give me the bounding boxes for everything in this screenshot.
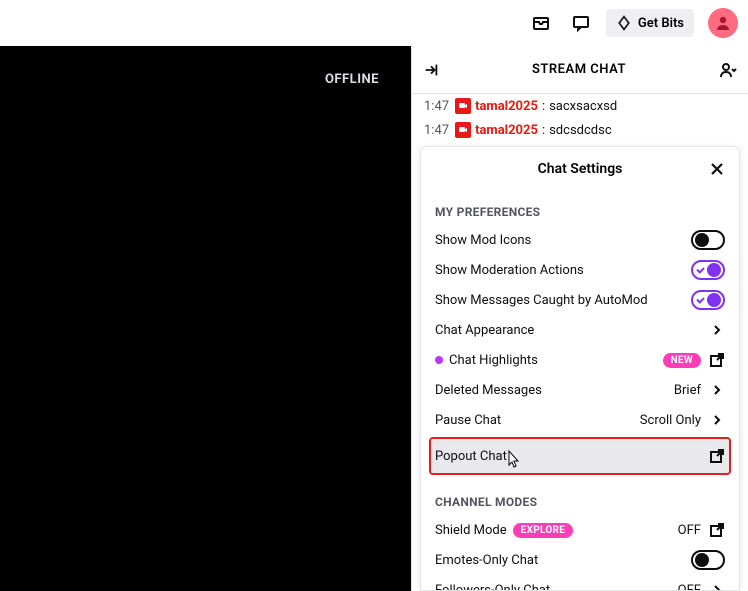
video-player: OFFLINE xyxy=(0,46,411,591)
channel-modes-label: CHANNEL MODES xyxy=(435,495,725,509)
chevron-right-icon xyxy=(709,412,725,428)
highlight-dot-icon xyxy=(435,356,443,364)
label-emotes-only: Emotes-Only Chat xyxy=(435,553,538,568)
chat-message: 1:47 tamal2025: sdcsdcdsc xyxy=(412,118,748,142)
new-badge: NEW xyxy=(663,353,701,368)
chat-header: STREAM CHAT xyxy=(412,46,748,94)
label-show-mod-icons: Show Mod Icons xyxy=(435,233,531,248)
popout-icon xyxy=(709,522,725,538)
toggle-emotes-only[interactable] xyxy=(691,550,725,570)
chat-settings-panel: Chat Settings MY PREFERENCES Show Mod Ic… xyxy=(420,146,740,591)
my-preferences-label: MY PREFERENCES xyxy=(435,205,725,219)
bits-icon xyxy=(616,15,632,31)
chat-username[interactable]: tamal2025 xyxy=(475,99,538,114)
value-pause-chat: Scroll Only xyxy=(640,413,701,428)
broadcaster-badge-icon xyxy=(455,98,471,114)
value-shield-mode: OFF xyxy=(678,523,701,538)
row-show-automod: Show Messages Caught by AutoMod xyxy=(435,285,725,315)
row-chat-highlights[interactable]: Chat Highlights NEW xyxy=(435,345,725,375)
chat-text: sdcsdcdsc xyxy=(549,123,612,138)
row-emotes-only: Emotes-Only Chat xyxy=(435,545,725,575)
popout-icon xyxy=(709,448,725,464)
explore-badge: EXPLORE xyxy=(513,523,574,538)
get-bits-button[interactable]: Get Bits xyxy=(606,9,694,37)
row-show-mod-actions: Show Moderation Actions xyxy=(435,255,725,285)
row-followers-only[interactable]: Followers-Only Chat OFF xyxy=(435,575,725,590)
toggle-show-mod-actions[interactable] xyxy=(691,260,725,280)
label-followers-only: Followers-Only Chat xyxy=(435,583,550,591)
chat-timestamp: 1:47 xyxy=(424,123,449,138)
chat-header-title: STREAM CHAT xyxy=(440,62,718,77)
chevron-right-icon xyxy=(709,582,725,590)
chevron-right-icon xyxy=(709,382,725,398)
label-chat-highlights: Chat Highlights xyxy=(449,353,538,368)
inbox-icon[interactable] xyxy=(526,8,556,38)
label-chat-appearance: Chat Appearance xyxy=(435,323,534,338)
broadcaster-badge-icon xyxy=(455,122,471,138)
community-icon[interactable] xyxy=(718,60,738,80)
value-followers-only: OFF xyxy=(678,583,701,591)
settings-header: Chat Settings xyxy=(421,147,739,191)
row-show-mod-icons: Show Mod Icons xyxy=(435,225,725,255)
label-show-mod-actions: Show Moderation Actions xyxy=(435,263,584,278)
topbar: Get Bits xyxy=(0,0,748,46)
label-popout-chat: Popout Chat xyxy=(435,449,507,464)
close-settings-button[interactable] xyxy=(703,155,731,183)
toggle-show-automod[interactable] xyxy=(691,290,725,310)
chat-panel: STREAM CHAT 1:47 tamal2025: sacxsacxsd 1… xyxy=(411,46,748,591)
toggle-show-mod-icons[interactable] xyxy=(691,230,725,250)
close-icon xyxy=(709,161,725,177)
label-deleted-messages: Deleted Messages xyxy=(435,383,542,398)
row-shield-mode[interactable]: Shield Mode EXPLORE OFF xyxy=(435,515,725,545)
popout-icon xyxy=(709,352,725,368)
chevron-right-icon xyxy=(709,322,725,338)
row-popout-chat[interactable]: Popout Chat xyxy=(431,439,729,473)
get-bits-label: Get Bits xyxy=(638,16,684,31)
row-deleted-messages[interactable]: Deleted Messages Brief xyxy=(435,375,725,405)
settings-title: Chat Settings xyxy=(538,161,623,177)
chat-username[interactable]: tamal2025 xyxy=(475,123,538,138)
user-avatar[interactable] xyxy=(708,8,738,38)
chat-message: 1:47 tamal2025: sacxsacxsd xyxy=(412,94,748,118)
row-chat-appearance[interactable]: Chat Appearance xyxy=(435,315,725,345)
label-pause-chat: Pause Chat xyxy=(435,413,501,428)
whispers-icon[interactable] xyxy=(566,8,596,38)
value-deleted-messages: Brief xyxy=(674,383,701,398)
collapse-chat-icon[interactable] xyxy=(422,61,440,79)
chat-text: sacxsacxsd xyxy=(549,99,617,114)
row-pause-chat[interactable]: Pause Chat Scroll Only xyxy=(435,405,725,435)
offline-label: OFFLINE xyxy=(325,72,379,87)
label-shield-mode: Shield Mode xyxy=(435,523,507,538)
label-show-automod: Show Messages Caught by AutoMod xyxy=(435,293,648,308)
chat-timestamp: 1:47 xyxy=(424,99,449,114)
